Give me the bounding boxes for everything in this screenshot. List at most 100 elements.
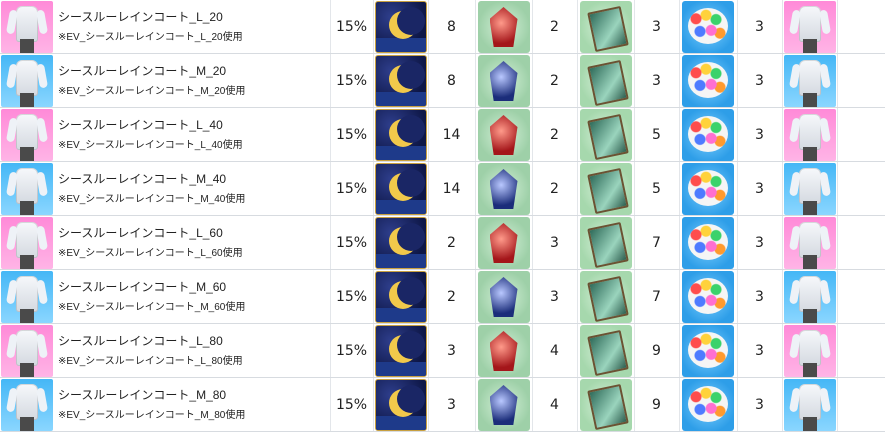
legs-shape [802, 417, 817, 431]
result-cell [782, 270, 837, 324]
legs-shape [802, 93, 817, 107]
moon-icon-cell [373, 162, 428, 216]
card-qty-cell: 9 [634, 378, 679, 432]
percent-value: 15% [335, 343, 368, 359]
legs-shape [802, 255, 817, 269]
result-cell [782, 216, 837, 270]
flower-bouquet-icon [682, 55, 734, 107]
moon-crescent-icon [374, 379, 427, 431]
moon-qty-cell: 14 [428, 108, 475, 162]
percent-cell: 15% [330, 108, 373, 162]
result-thumbnail [783, 163, 836, 215]
percent-value: 15% [335, 235, 368, 251]
item-name: シースルーレインコート_L_80 [58, 334, 223, 348]
moon-icon-cell [373, 270, 428, 324]
green-plate-icon [579, 163, 632, 215]
gem-icon-cell [475, 108, 532, 162]
moon-icon-cell [373, 0, 428, 54]
gem-qty-cell: 4 [532, 324, 577, 378]
result-thumbnail [783, 379, 836, 431]
table-row: シースルーレインコート_L_40 ※EV_シースルーレインコート_L_40使用 15… [0, 108, 885, 162]
table-row: シースルーレインコート_L_20 ※EV_シースルーレインコート_L_20使用 15… [0, 0, 885, 54]
gem-qty-value: 2 [550, 181, 559, 197]
flower-qty-value: 3 [755, 181, 764, 197]
item-cell: シースルーレインコート_M_60 ※EV_シースルーレインコート_M_60使用 [0, 270, 330, 324]
plate-icon-cell [577, 378, 634, 432]
legs-shape [802, 201, 817, 215]
flower-qty-cell: 3 [737, 162, 782, 216]
moon-qty-value: 2 [447, 235, 456, 251]
result-thumbnail [783, 1, 836, 53]
raincoat-icon [16, 168, 38, 204]
result-thumbnail [783, 109, 836, 161]
flower-bouquet-icon [682, 379, 734, 431]
gem-qty-cell: 4 [532, 378, 577, 432]
result-cell [782, 54, 837, 108]
card-qty-cell: 5 [634, 162, 679, 216]
item-name: シースルーレインコート_M_80 [58, 388, 227, 402]
flower-bouquet-icon [682, 271, 734, 323]
plate-icon-cell [577, 162, 634, 216]
raincoat-icon [798, 6, 821, 42]
flower-bouquet-icon [682, 1, 734, 53]
result-thumbnail [783, 325, 836, 377]
moon-icon-cell [373, 216, 428, 270]
flower-qty-cell: 3 [737, 108, 782, 162]
legs-shape [20, 39, 34, 53]
moon-crescent-icon [374, 1, 427, 53]
flower-icon-cell [679, 54, 737, 108]
blue-gem-icon [477, 271, 530, 323]
flower-icon-cell [679, 324, 737, 378]
card-qty-cell: 3 [634, 54, 679, 108]
table-row: シースルーレインコート_M_80 ※EV_シースルーレインコート_M_80使用 15… [0, 378, 885, 432]
moon-icon-cell [373, 108, 428, 162]
moon-qty-value: 14 [442, 127, 461, 143]
flower-qty-value: 3 [755, 73, 764, 89]
result-cell [782, 162, 837, 216]
raincoat-icon [16, 222, 38, 258]
item-cell: シースルーレインコート_M_80 ※EV_シースルーレインコート_M_80使用 [0, 378, 330, 432]
flower-bouquet-icon [682, 325, 734, 377]
gem-icon-cell [475, 0, 532, 54]
raincoat-icon [798, 114, 821, 150]
gem-qty-cell: 3 [532, 270, 577, 324]
percent-cell: 15% [330, 0, 373, 54]
moon-qty-value: 8 [447, 73, 456, 89]
green-plate-icon [579, 55, 632, 107]
card-qty-value: 3 [652, 73, 661, 89]
flower-bouquet-icon [682, 217, 734, 269]
gem-icon-cell [475, 378, 532, 432]
flower-icon-cell [679, 216, 737, 270]
flower-qty-value: 3 [755, 127, 764, 143]
green-plate-icon [579, 379, 632, 431]
percent-value: 15% [335, 19, 368, 35]
flower-qty-value: 3 [755, 235, 764, 251]
table-row: シースルーレインコート_M_20 ※EV_シースルーレインコート_M_20使用 15… [0, 54, 885, 108]
raincoat-icon [16, 276, 38, 312]
raincoat-icon [16, 330, 38, 366]
moon-qty-cell: 3 [428, 324, 475, 378]
plate-icon-cell [577, 324, 634, 378]
gem-qty-value: 4 [550, 397, 559, 413]
flower-icon-cell [679, 270, 737, 324]
flower-qty-value: 3 [755, 397, 764, 413]
red-gem-icon [477, 1, 530, 53]
item-thumbnail [1, 1, 53, 53]
item-thumbnail [1, 325, 53, 377]
gem-qty-value: 2 [550, 127, 559, 143]
item-cell: シースルーレインコート_L_60 ※EV_シースルーレインコート_L_60使用 [0, 216, 330, 270]
moon-crescent-icon [374, 271, 427, 323]
card-qty-value: 9 [652, 343, 661, 359]
moon-qty-value: 2 [447, 289, 456, 305]
moon-crescent-icon [374, 55, 427, 107]
moon-crescent-icon [374, 217, 427, 269]
gem-qty-cell: 2 [532, 54, 577, 108]
percent-cell: 15% [330, 324, 373, 378]
raincoat-icon [16, 114, 38, 150]
plate-icon-cell [577, 270, 634, 324]
moon-qty-value: 3 [447, 343, 456, 359]
item-thumbnail [1, 109, 53, 161]
moon-qty-cell: 8 [428, 54, 475, 108]
raincoat-icon [798, 384, 821, 420]
card-qty-cell: 5 [634, 108, 679, 162]
